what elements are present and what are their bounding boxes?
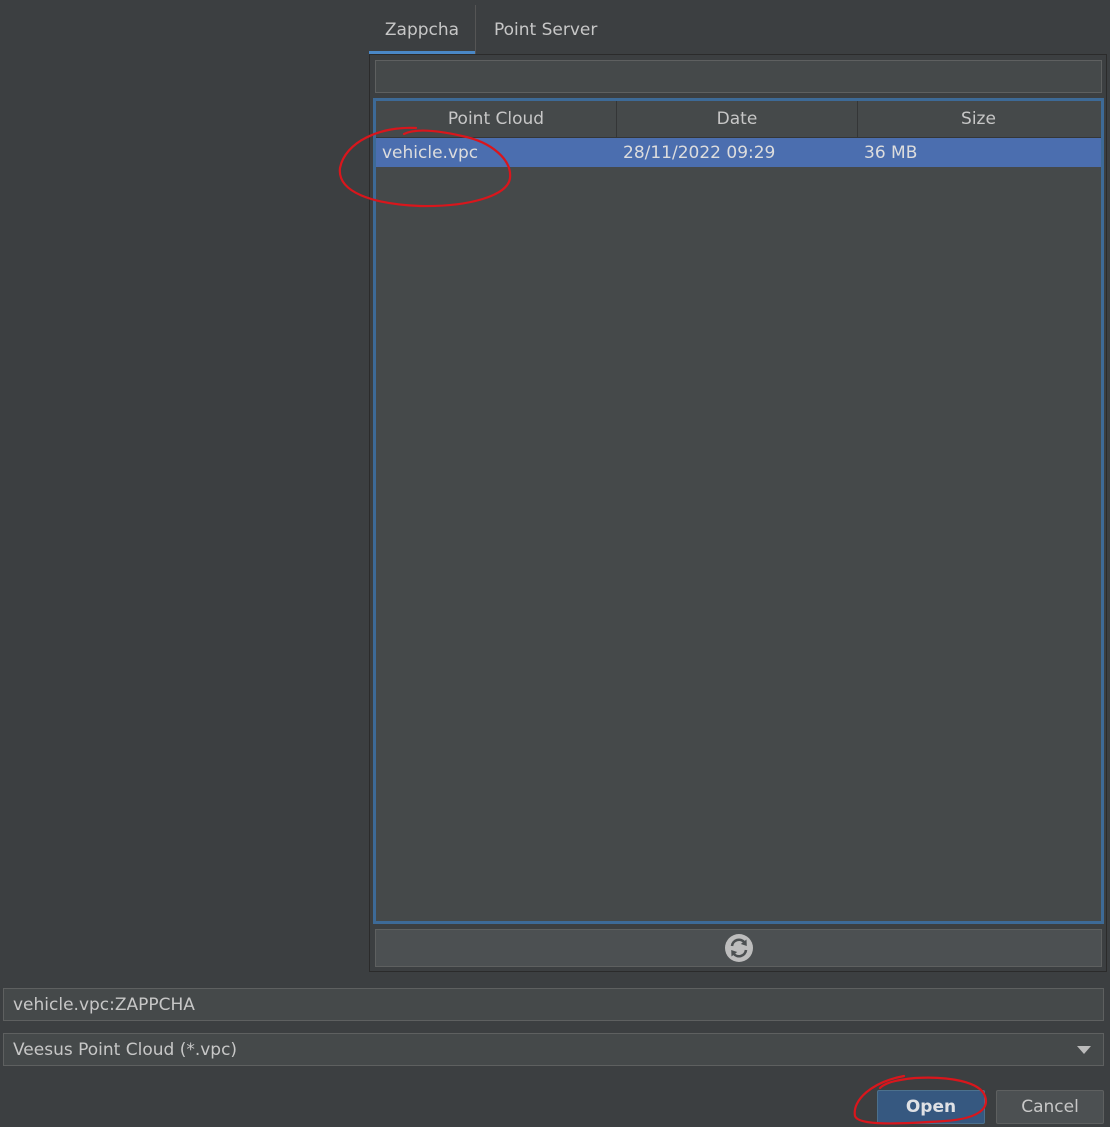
refresh-button[interactable] (375, 929, 1102, 967)
chevron-down-icon (1077, 1045, 1091, 1054)
cell-size: 36 MB (864, 142, 918, 163)
refresh-icon (724, 934, 753, 962)
file-type-value: Veesus Point Cloud (*.vpc) (13, 1039, 238, 1060)
search-input[interactable] (375, 60, 1102, 93)
column-header-size[interactable]: Size (858, 101, 1099, 137)
table-header: Point Cloud Date Size (376, 101, 1101, 138)
point-cloud-table: Point Cloud Date Size vehicle.vpc 28/11/… (373, 98, 1104, 924)
tab-zappcha-label: Zappcha (384, 20, 460, 40)
source-tabs: Zappcha Point Server (369, 5, 615, 55)
file-path-field[interactable] (3, 988, 1104, 1021)
cell-point-cloud-name: vehicle.vpc (382, 142, 479, 163)
tab-point-server[interactable]: Point Server (476, 5, 615, 55)
open-button[interactable]: Open (877, 1090, 985, 1124)
cancel-button[interactable]: Cancel (996, 1090, 1104, 1124)
point-cloud-panel: Point Cloud Date Size vehicle.vpc 28/11/… (369, 54, 1107, 972)
table-row[interactable]: vehicle.vpc 28/11/2022 09:29 36 MB (376, 138, 1101, 167)
tab-zappcha[interactable]: Zappcha (369, 5, 475, 55)
file-type-select[interactable]: Veesus Point Cloud (*.vpc) (3, 1033, 1104, 1066)
cell-date: 28/11/2022 09:29 (623, 142, 776, 163)
column-header-point-cloud[interactable]: Point Cloud (376, 101, 617, 137)
column-header-date[interactable]: Date (617, 101, 858, 137)
tab-point-server-label: Point Server (494, 20, 598, 40)
